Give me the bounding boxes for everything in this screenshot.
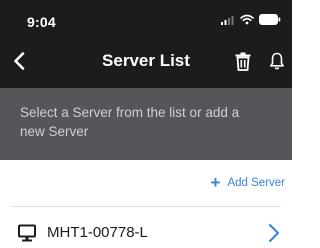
plus-icon: + [210, 173, 221, 192]
status-icons [221, 12, 281, 30]
info-panel: Select a Server from the list or add a n… [0, 88, 292, 160]
add-server-button[interactable]: + Add Server [210, 173, 285, 192]
delete-button[interactable] [234, 50, 252, 72]
info-message: Select a Server from the list or add a n… [20, 105, 240, 139]
trash-icon [235, 52, 251, 71]
signal-icon [221, 12, 235, 30]
navigation-bar: Server List [0, 38, 292, 86]
server-name: MHT1-00778-L [47, 224, 148, 241]
status-bar: 9:04 [0, 0, 292, 38]
bell-icon [270, 52, 284, 70]
status-time: 9:04 [27, 14, 56, 30]
divider [11, 206, 281, 207]
battery-icon [259, 12, 281, 30]
monitor-icon [18, 224, 36, 242]
notifications-button[interactable] [268, 50, 286, 72]
wifi-icon [240, 12, 254, 30]
add-server-label: Add Server [227, 177, 285, 189]
chevron-right-icon [269, 224, 279, 242]
list-item[interactable]: MHT1-00778-L [0, 215, 292, 248]
